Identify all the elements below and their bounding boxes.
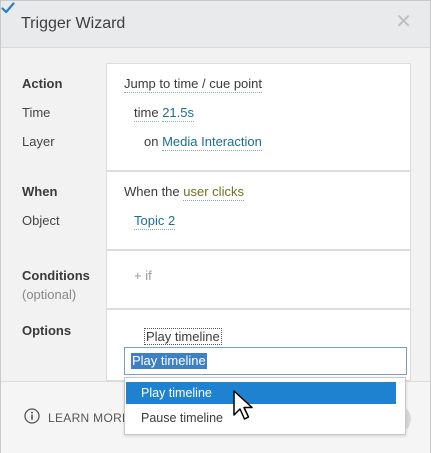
object-dropdown[interactable]: Topic 2 bbox=[134, 213, 176, 230]
action-dropdown[interactable]: Jump to time / cue point bbox=[124, 76, 263, 93]
when-prefix: When the bbox=[124, 184, 180, 199]
play-timeline-checkbox[interactable] bbox=[1, 1, 15, 15]
layer-label: Layer bbox=[22, 134, 55, 149]
object-label: Object bbox=[22, 213, 60, 228]
combo-selected-text: Play timeline bbox=[131, 353, 207, 369]
mouse-cursor-icon bbox=[233, 390, 253, 420]
options-label: Options bbox=[22, 323, 72, 338]
menu-item-play-timeline[interactable]: Play timeline bbox=[126, 382, 396, 404]
info-icon[interactable] bbox=[24, 408, 40, 424]
conditions-label: Conditions bbox=[22, 268, 90, 283]
when-field: When the user clicks bbox=[124, 184, 244, 201]
action-label: Action bbox=[22, 76, 63, 91]
options-dropdown-menu: Play timeline Pause timeline bbox=[124, 377, 406, 435]
add-condition-button[interactable]: + if bbox=[134, 268, 152, 283]
when-panel bbox=[106, 171, 411, 250]
close-icon[interactable]: ✕ bbox=[395, 12, 412, 32]
dialog-title: Trigger Wizard bbox=[21, 15, 126, 32]
menu-item-pause-timeline[interactable]: Pause timeline bbox=[126, 407, 396, 429]
when-dropdown[interactable]: user clicks bbox=[183, 184, 244, 201]
conditions-optional-label: (optional) bbox=[22, 287, 77, 302]
time-field[interactable]: time 21.5s bbox=[134, 105, 194, 122]
trigger-wizard-dialog: Trigger Wizard ✕ Action Time Layer When … bbox=[0, 0, 431, 453]
options-select[interactable]: Play timeline bbox=[144, 328, 222, 345]
time-value[interactable]: 21.5s bbox=[162, 105, 194, 122]
time-label: Time bbox=[22, 105, 51, 120]
layer-prefix: on bbox=[144, 134, 159, 149]
layer-dropdown[interactable]: Media Interaction bbox=[162, 134, 262, 151]
layer-field: on Media Interaction bbox=[144, 134, 262, 151]
options-combo-input[interactable]: Play timeline bbox=[124, 347, 407, 375]
when-label: When bbox=[22, 184, 58, 199]
time-prefix: time bbox=[134, 105, 159, 122]
title-bar: Trigger Wizard ✕ bbox=[1, 1, 430, 48]
learn-more-link[interactable]: LEARN MORE bbox=[48, 411, 130, 425]
